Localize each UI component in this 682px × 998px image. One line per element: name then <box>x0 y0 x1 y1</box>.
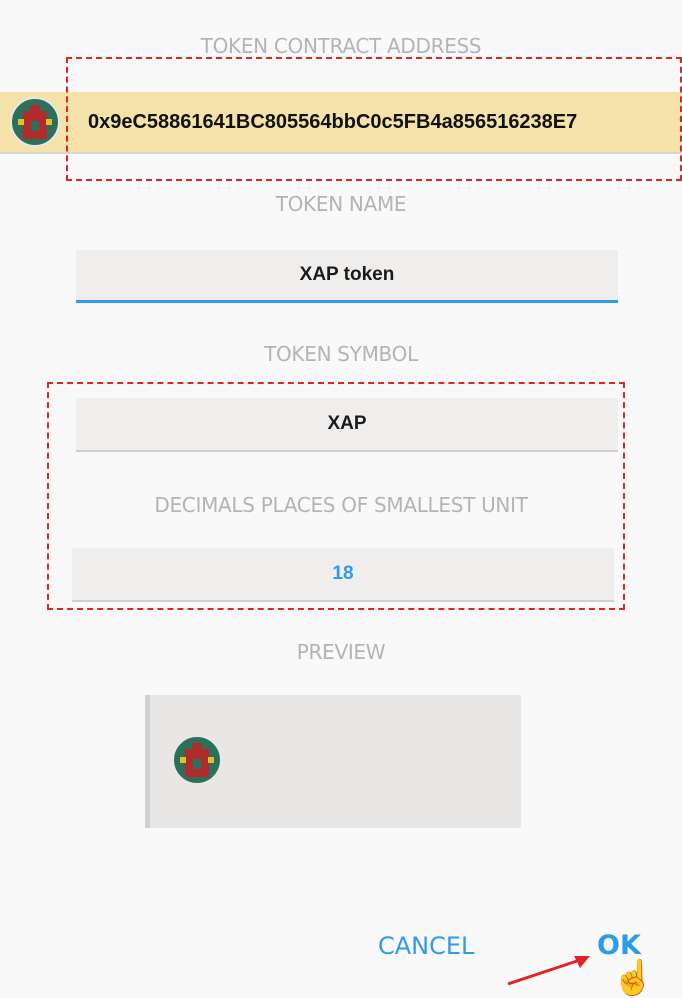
token-name-label: TOKEN NAME <box>275 192 407 216</box>
token-identicon-icon <box>172 735 222 785</box>
annotation-box-symbol-decimals <box>47 382 625 610</box>
preview-label: PREVIEW <box>296 640 386 664</box>
annotation-box-address <box>66 57 682 181</box>
token-identicon-icon <box>10 97 60 147</box>
contract-address-label: TOKEN CONTRACT ADDRESS <box>200 34 482 58</box>
token-preview-card <box>145 695 521 828</box>
cancel-button[interactable]: CANCEL <box>378 932 474 960</box>
hand-pointer-icon: ☝ <box>612 959 655 997</box>
annotation-arrow-icon <box>507 956 590 986</box>
ok-button[interactable]: OK <box>597 930 641 961</box>
token-symbol-label: TOKEN SYMBOL <box>264 342 418 366</box>
token-name-input[interactable]: XAP token <box>76 250 618 303</box>
